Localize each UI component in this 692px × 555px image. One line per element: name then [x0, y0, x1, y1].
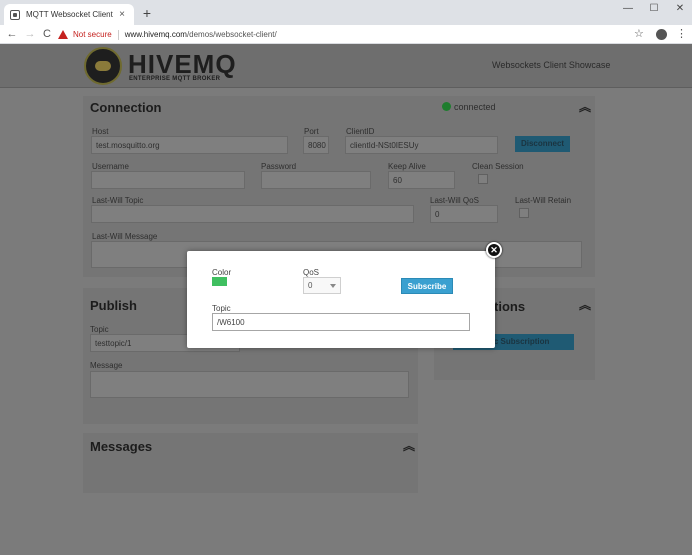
- username-input[interactable]: [91, 171, 245, 189]
- clean-session-checkbox[interactable]: [478, 174, 488, 184]
- browser-toolbar: ← → C Not secure www.hivemq.com/demos/we…: [0, 25, 692, 44]
- lastwill-topic-label: Last-Will Topic: [92, 196, 144, 205]
- connection-title: Connection: [90, 100, 162, 115]
- username-label: Username: [92, 162, 129, 171]
- reload-icon[interactable]: C: [40, 27, 54, 41]
- browser-tab-strip: MQTT Websocket Client × + — ☐ ✕: [0, 0, 692, 25]
- forward-icon[interactable]: →: [23, 27, 37, 41]
- logo-tagline: ENTERPRISE MQTT BROKER: [129, 76, 221, 82]
- color-swatch[interactable]: [212, 277, 227, 286]
- url-path: /demos/websocket-client/: [186, 30, 277, 39]
- collapse-subscriptions-icon[interactable]: ︽: [579, 299, 591, 311]
- topic-input[interactable]: /W6100: [212, 313, 470, 331]
- minimize-icon[interactable]: —: [616, 2, 640, 16]
- address-bar[interactable]: Not secure www.hivemq.com/demos/websocke…: [58, 26, 648, 43]
- collapse-messages-icon[interactable]: ︽: [403, 440, 415, 452]
- lastwill-retain-checkbox[interactable]: [519, 208, 529, 218]
- keepalive-label: Keep Alive: [388, 162, 426, 171]
- port-label: Port: [304, 127, 319, 136]
- bookmark-star-icon[interactable]: ☆: [634, 27, 644, 40]
- publish-title: Publish: [90, 298, 137, 313]
- lastwill-qos-label: Last-Will QoS: [430, 196, 479, 205]
- new-tab-button[interactable]: +: [140, 5, 154, 21]
- back-icon[interactable]: ←: [5, 27, 19, 41]
- clean-session-label: Clean Session: [472, 162, 524, 171]
- collapse-connection-icon[interactable]: ︽: [579, 101, 591, 113]
- lastwill-retain-label: Last-Will Retain: [515, 196, 572, 205]
- disconnect-button[interactable]: Disconnect: [515, 136, 570, 152]
- topic-label: Topic: [212, 304, 231, 313]
- profile-avatar-icon[interactable]: [656, 29, 667, 40]
- url-host: www.hivemq.com: [124, 30, 187, 39]
- browser-tab[interactable]: MQTT Websocket Client ×: [4, 4, 134, 25]
- browser-menu-icon[interactable]: ⋮: [676, 27, 687, 40]
- messages-title: Messages: [90, 439, 153, 454]
- close-icon[interactable]: ✕: [486, 242, 502, 258]
- favicon-icon: [10, 9, 20, 20]
- qos-select[interactable]: 0: [303, 277, 341, 294]
- messages-panel: Messages ︽: [83, 433, 418, 493]
- publish-message-textarea[interactable]: [90, 371, 409, 398]
- subscribe-dialog: Color QoS 0 Subscribe Topic /W6100: [187, 251, 495, 348]
- keepalive-input[interactable]: 60: [388, 171, 455, 189]
- connection-panel: Connection connected ︽ Host test.mosquit…: [83, 96, 595, 277]
- publish-message-label: Message: [90, 361, 123, 370]
- maximize-icon[interactable]: ☐: [642, 2, 666, 16]
- host-label: Host: [92, 127, 109, 136]
- publish-topic-label: Topic: [90, 325, 109, 334]
- lastwill-qos-select[interactable]: 0: [430, 205, 498, 223]
- window-close-icon[interactable]: ✕: [668, 2, 692, 16]
- header-subtitle: Websockets Client Showcase: [492, 60, 611, 70]
- subscriptions-title: tions: [494, 299, 526, 314]
- qos-label: QoS: [303, 268, 320, 277]
- security-label[interactable]: Not secure: [73, 30, 112, 39]
- tab-close-icon[interactable]: ×: [116, 9, 128, 20]
- port-input[interactable]: 8080: [303, 136, 329, 154]
- tab-title: MQTT Websocket Client: [26, 10, 113, 19]
- clientid-input[interactable]: clientId-NSt0IESUy: [345, 136, 498, 154]
- chevron-down-icon: [330, 284, 336, 288]
- host-input[interactable]: test.mosquitto.org: [91, 136, 288, 154]
- qos-selected-value: 0: [308, 281, 313, 290]
- hivemq-bee-logo-icon: [84, 47, 122, 85]
- warning-icon: [58, 30, 68, 39]
- clientid-label: ClientID: [346, 127, 375, 136]
- status-indicator: [442, 102, 451, 111]
- site-header: HIVEMQ ENTERPRISE MQTT BROKER Websockets…: [0, 44, 692, 88]
- lastwill-message-label: Last-Will Message: [92, 232, 158, 241]
- password-label: Password: [261, 162, 297, 171]
- omnibox-divider: [117, 29, 119, 40]
- subscribe-button[interactable]: Subscribe: [401, 278, 453, 294]
- color-label: Color: [212, 268, 232, 277]
- connection-status: connected: [454, 102, 496, 112]
- url-text[interactable]: www.hivemq.com/demos/websocket-client/: [125, 30, 277, 39]
- password-input[interactable]: [261, 171, 371, 189]
- lastwill-topic-input[interactable]: [91, 205, 414, 223]
